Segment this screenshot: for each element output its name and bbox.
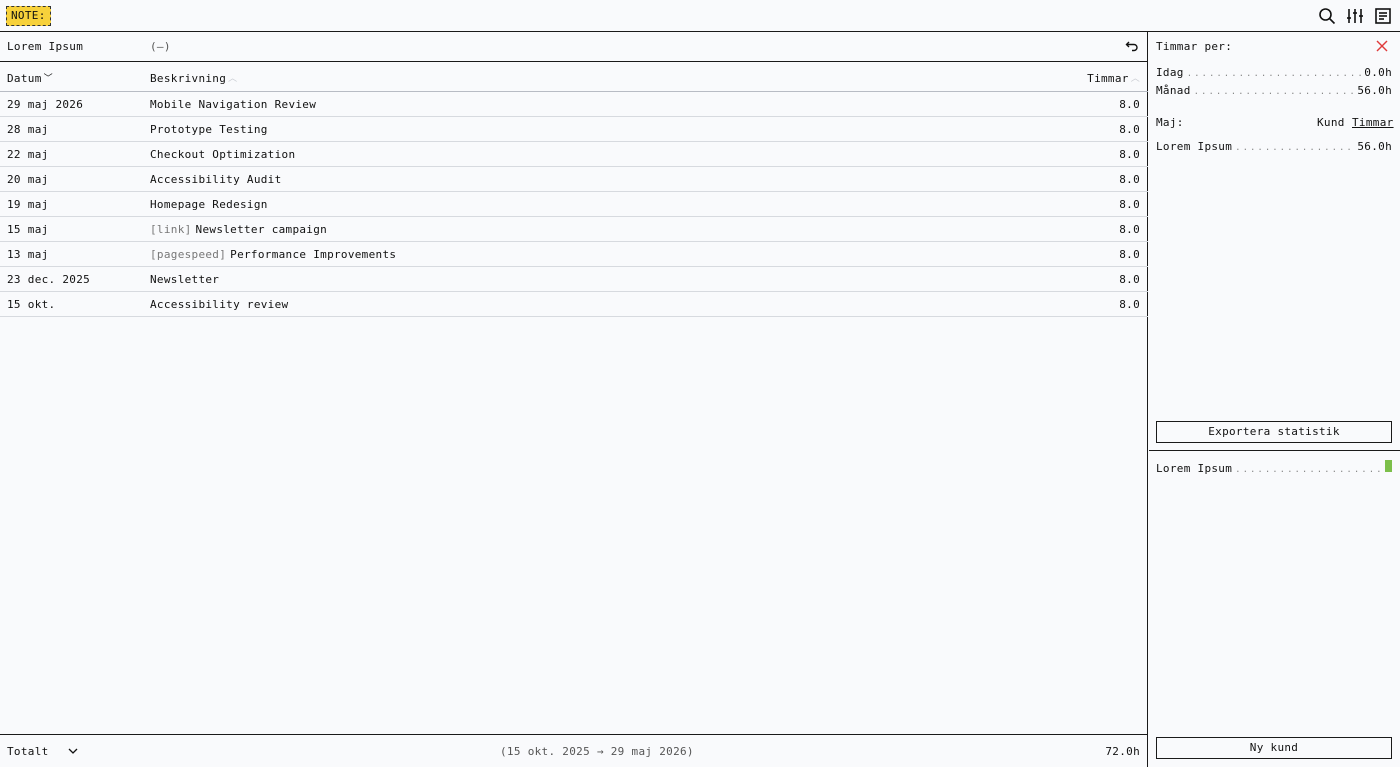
entry-description: Checkout Optimization: [150, 148, 295, 161]
entry-title: Newsletter campaign: [195, 223, 328, 236]
entry-title: Mobile Navigation Review: [150, 98, 317, 111]
entries-panel: Lorem Ipsum (—) Datum ﹀ Beskrivning ︿ Timm…: [0, 32, 1148, 767]
entry-title: Performance Improvements: [230, 248, 397, 261]
table-row[interactable]: 23 dec. 2025 Newsletter 8.0: [0, 267, 1148, 292]
entry-title: Homepage Redesign: [150, 198, 268, 211]
client-color-bar: [1385, 460, 1392, 472]
hours-header-label: Timmar: [1087, 72, 1129, 85]
export-stats-button[interactable]: Exportera statistik: [1156, 421, 1392, 443]
stat-month: Månad ..................................…: [1156, 84, 1392, 97]
stat-today: Idag ...................................…: [1156, 66, 1392, 79]
sort-hours-link[interactable]: Timmar: [1352, 116, 1394, 129]
entry-hours: 8.0: [1119, 173, 1140, 186]
table-row[interactable]: 13 maj [pagespeed] Performance Improvemen…: [0, 242, 1148, 267]
dot-leader: ........................................…: [1186, 69, 1362, 79]
stats-title: Timmar per:: [1156, 40, 1233, 53]
entry-description: Newsletter: [150, 273, 219, 286]
entry-description: Mobile Navigation Review: [150, 98, 316, 111]
entry-description: Prototype Testing: [150, 123, 268, 136]
divider: [1149, 450, 1400, 451]
stats-sidebar: Timmar per: Idag .......................…: [1149, 32, 1400, 767]
entry-date: 29 maj 2026: [7, 98, 84, 111]
client-extra: (—): [150, 40, 171, 53]
description-header-label: Beskrivning: [150, 72, 227, 85]
stat-today-value: 0.0h: [1364, 66, 1392, 79]
dot-leader: ........................................…: [1235, 465, 1382, 475]
entry-title: Checkout Optimization: [150, 148, 296, 161]
table-row[interactable]: 15 maj [link] Newsletter campaign 8.0: [0, 217, 1148, 242]
total-hours: 72.0h: [1105, 745, 1140, 758]
entry-hours: 8.0: [1119, 298, 1140, 311]
entry-description: [link] Newsletter campaign: [150, 223, 327, 236]
undo-icon[interactable]: [1125, 39, 1139, 53]
entry-hours: 8.0: [1119, 223, 1140, 236]
sort-by-description[interactable]: Beskrivning ︿: [150, 71, 237, 85]
notes-icon[interactable]: [1374, 7, 1392, 25]
date-header-label: Datum: [7, 72, 42, 85]
period-label: Maj:: [1156, 116, 1184, 129]
entry-hours: 8.0: [1119, 273, 1140, 286]
totals-footer: Totalt (15 okt. 2025 → 29 maj 2026) 72.0…: [0, 734, 1148, 767]
sliders-icon[interactable]: [1346, 7, 1364, 25]
entry-date: 28 maj: [7, 123, 49, 136]
entry-title: Accessibility review: [150, 298, 289, 311]
close-icon[interactable]: [1376, 40, 1388, 52]
client-bar: Lorem Ipsum (—): [0, 32, 1148, 62]
entry-date: 15 maj: [7, 223, 49, 236]
table-row[interactable]: 15 okt. Accessibility review 8.0: [0, 292, 1148, 317]
table-row[interactable]: 22 maj Checkout Optimization 8.0: [0, 142, 1148, 167]
table-row[interactable]: 29 maj 2026 Mobile Navigation Review 8.0: [0, 92, 1148, 117]
table-row[interactable]: 20 maj Accessibility Audit 8.0: [0, 167, 1148, 192]
client-stat-name: Lorem Ipsum: [1156, 140, 1233, 153]
sort-by-hours[interactable]: Timmar ︿: [1087, 71, 1140, 85]
chevron-up-icon: ︿: [1130, 74, 1140, 84]
entry-description: Accessibility Audit: [150, 173, 282, 186]
entry-description: Accessibility review: [150, 298, 288, 311]
entry-hours: 8.0: [1119, 248, 1140, 261]
entry-tag: [pagespeed]: [150, 248, 227, 261]
entry-title: Prototype Testing: [150, 123, 268, 136]
entry-hours: 8.0: [1119, 148, 1140, 161]
entry-hours: 8.0: [1119, 123, 1140, 136]
date-range: (15 okt. 2025 → 29 maj 2026): [500, 745, 694, 758]
stat-today-label: Idag: [1156, 66, 1184, 79]
entry-date: 19 maj: [7, 198, 49, 211]
client-stat-value: 56.0h: [1357, 140, 1392, 153]
dot-leader: ........................................…: [1193, 87, 1355, 97]
entry-description: Homepage Redesign: [150, 198, 268, 211]
sort-by-date[interactable]: Datum ﹀: [7, 71, 53, 85]
sort-client-link[interactable]: Kund: [1317, 116, 1345, 129]
entry-date: 15 okt.: [7, 298, 56, 311]
stat-month-label: Månad: [1156, 84, 1191, 97]
table-row[interactable]: 19 maj Homepage Redesign 8.0: [0, 192, 1148, 217]
chevron-up-icon: ︿: [228, 74, 238, 84]
entry-date: 23 dec. 2025: [7, 273, 91, 286]
chevron-down-icon[interactable]: [67, 745, 79, 757]
client-name[interactable]: Lorem Ipsum: [7, 40, 83, 53]
client-bar-row[interactable]: Lorem Ipsum ............................…: [1156, 460, 1392, 475]
chevron-down-icon: ﹀: [43, 74, 53, 84]
entry-description: [pagespeed] Performance Improvements: [150, 248, 396, 261]
dot-leader: ........................................…: [1235, 143, 1354, 153]
app-logo[interactable]: NOTE:: [6, 6, 51, 26]
entry-title: Newsletter: [150, 273, 220, 286]
client-stat-row[interactable]: Lorem Ipsum ............................…: [1156, 140, 1392, 153]
search-icon[interactable]: [1318, 7, 1336, 25]
top-bar: NOTE:: [0, 0, 1400, 32]
entry-title: Accessibility Audit: [150, 173, 282, 186]
table-row[interactable]: 28 maj Prototype Testing 8.0: [0, 117, 1148, 142]
entries-list: 29 maj 2026 Mobile Navigation Review 8.0…: [0, 92, 1148, 317]
entry-hours: 8.0: [1119, 198, 1140, 211]
stat-month-value: 56.0h: [1357, 84, 1392, 97]
entry-date: 20 maj: [7, 173, 49, 186]
entry-date: 13 maj: [7, 248, 49, 261]
client-bar-name: Lorem Ipsum: [1156, 462, 1233, 475]
new-client-button[interactable]: Ny kund: [1156, 737, 1392, 759]
entry-tag: [link]: [150, 223, 192, 236]
entry-hours: 8.0: [1119, 98, 1140, 111]
total-label: Totalt: [7, 745, 49, 758]
table-header: Datum ﹀ Beskrivning ︿ Timmar ︿: [0, 62, 1148, 92]
entry-date: 22 maj: [7, 148, 49, 161]
